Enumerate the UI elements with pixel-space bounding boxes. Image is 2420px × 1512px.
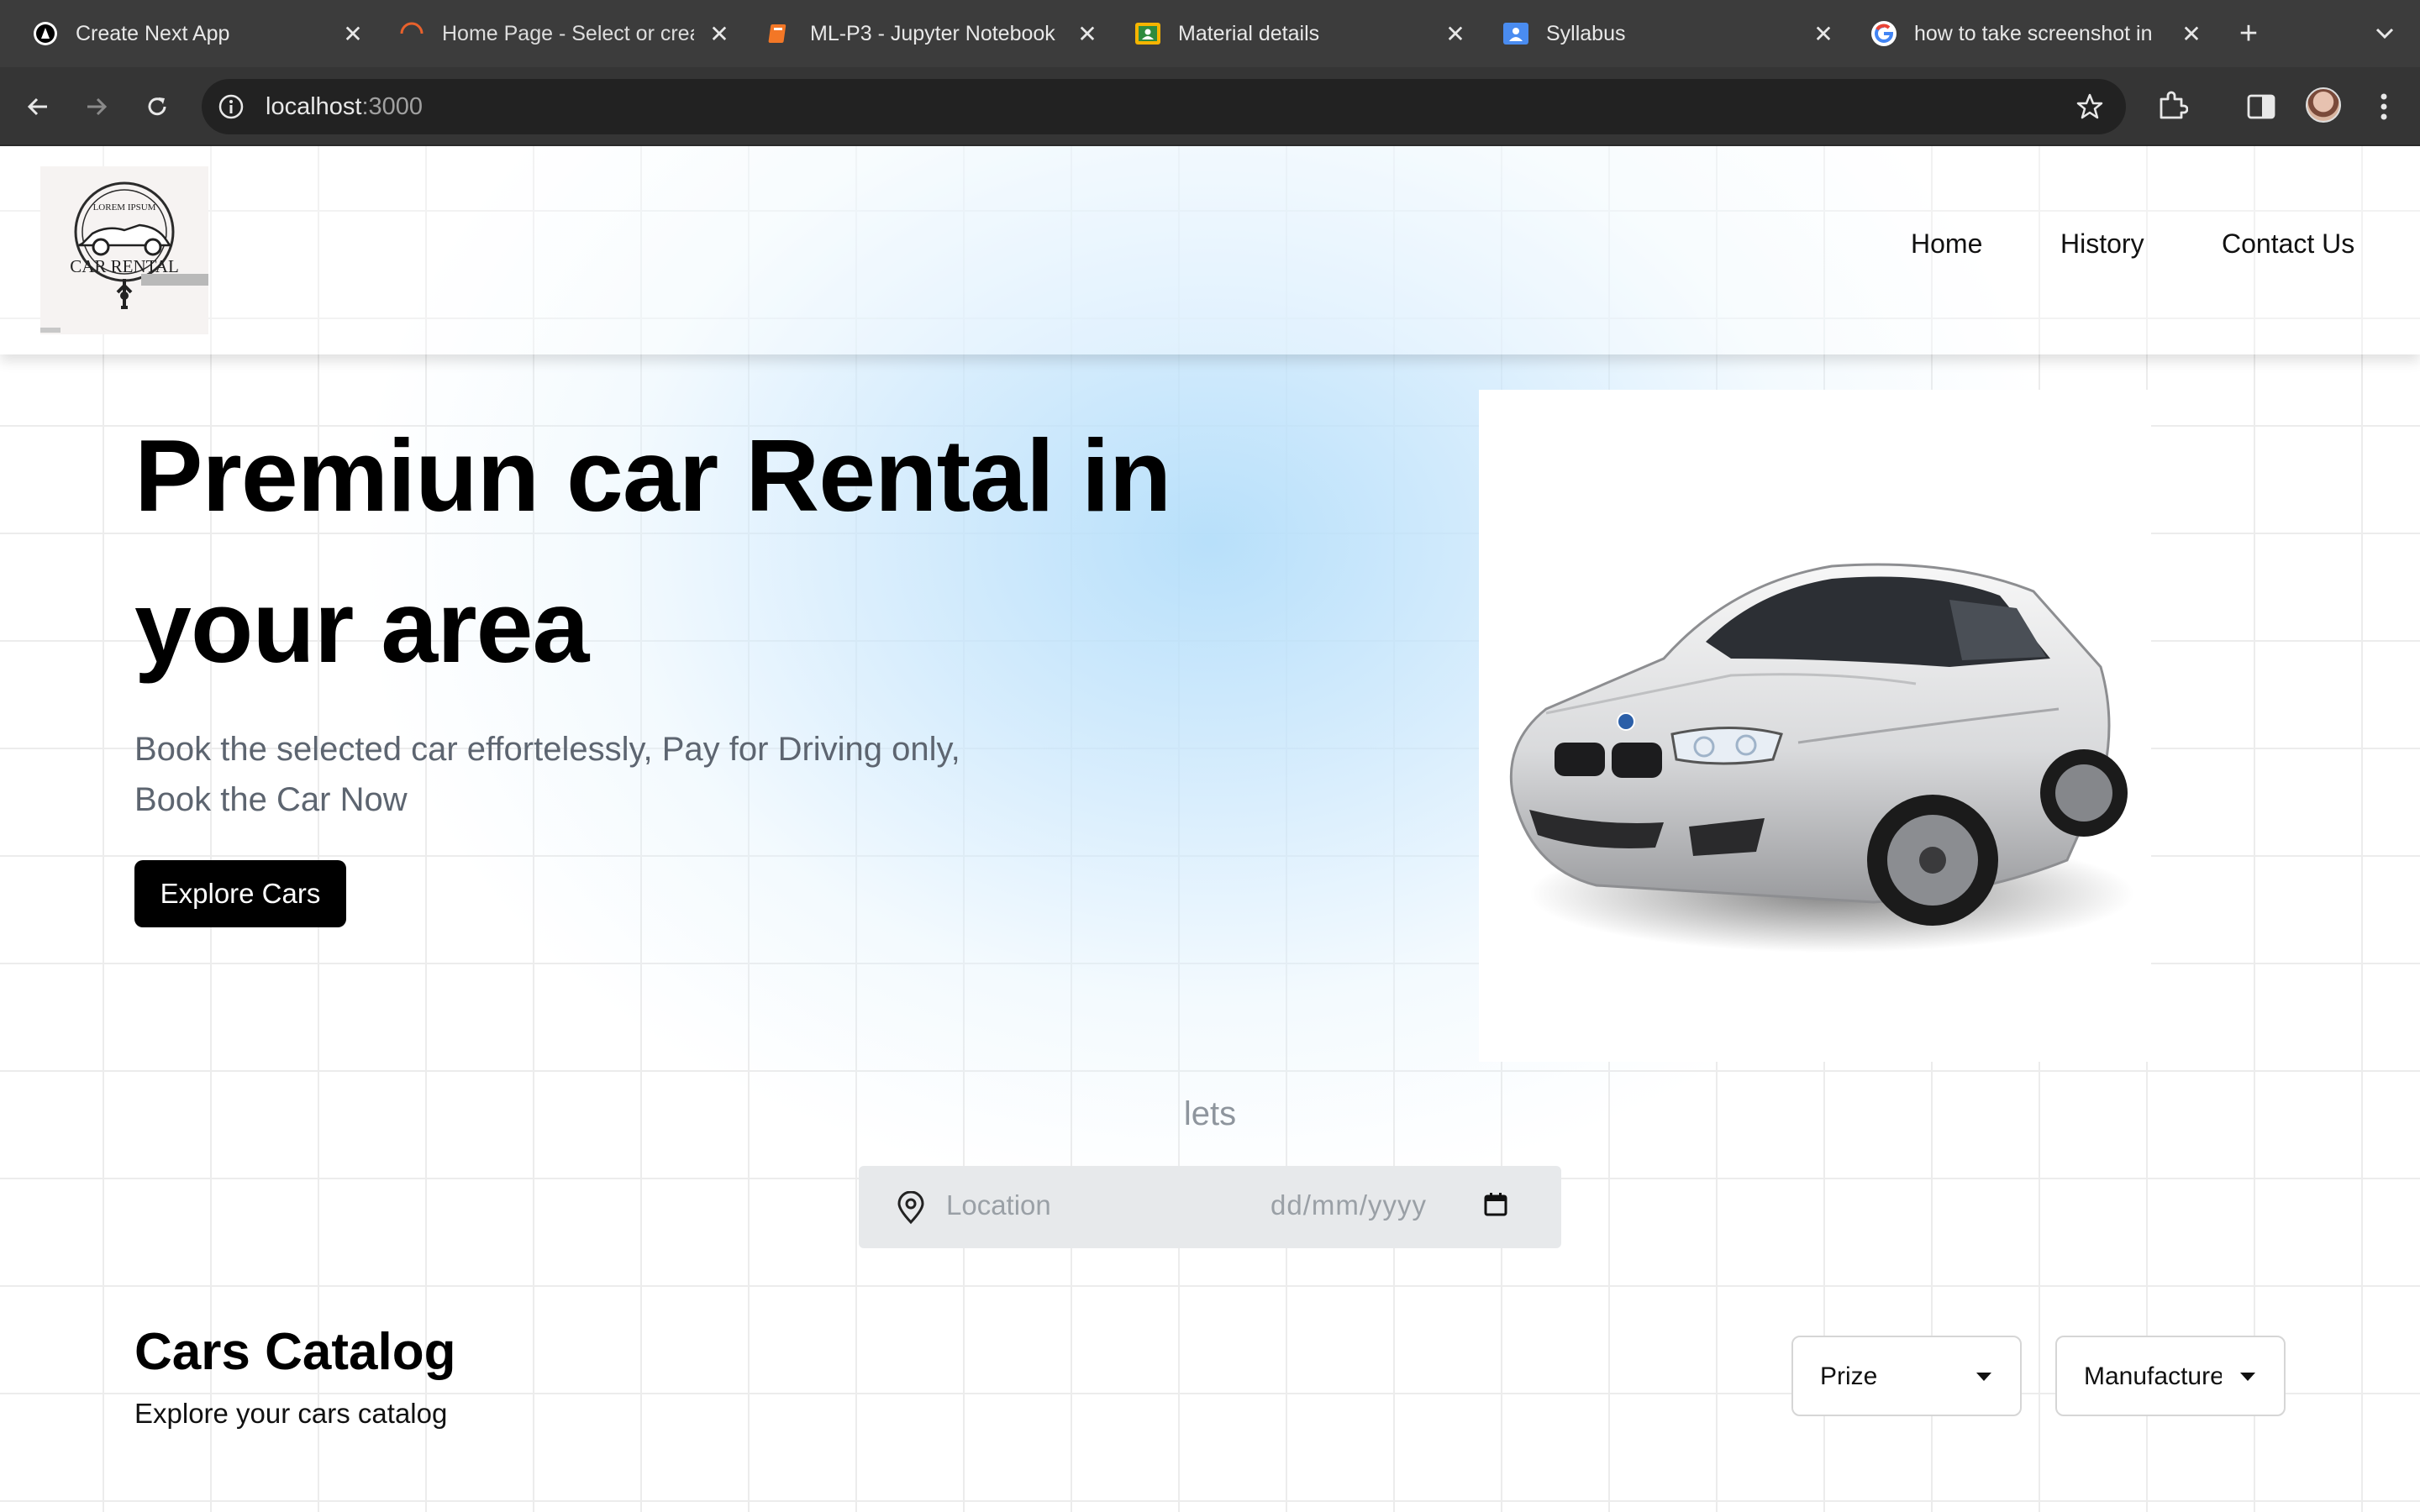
hero-title: Premiun car Rental in your area [134,400,1311,702]
extensions-button[interactable] [2153,87,2191,126]
catalog-subtitle: Explore your cars catalog [134,1398,448,1429]
hero-title-line: your area [134,570,589,684]
classroom-user-icon [1502,20,1529,47]
tab-title: Material details [1178,21,1320,45]
browser-tabstrip: Create Next App ✕ Home Page - Select or … [0,0,2420,67]
calendar-icon[interactable] [1482,1191,1509,1218]
search-heading: lets [1183,1095,1237,1132]
side-panel-button[interactable] [2242,87,2281,126]
close-icon[interactable]: ✕ [1807,12,1840,55]
nextjs-icon [32,20,59,47]
reload-button[interactable] [136,86,178,128]
tab-jupyter[interactable]: ML-P3 - Jupyter Notebook ✕ [766,12,1104,55]
loading-spinner-icon [398,20,425,47]
price-filter-select[interactable]: Prize [1791,1336,2022,1416]
catalog-title: Cars Catalog [134,1323,456,1381]
caret-down-icon [2240,1373,2255,1381]
location-input[interactable]: Location [946,1189,1051,1221]
location-pin-icon [894,1190,928,1225]
new-tab-button[interactable]: + [2228,15,2269,52]
close-icon[interactable]: ✕ [702,12,736,55]
tab-create-next-app[interactable]: Create Next App ✕ [32,12,370,55]
tab-title: how to take screenshot in [1914,21,2153,45]
more-vertical-icon [2381,93,2387,120]
jupyter-icon [766,20,793,47]
profile-avatar[interactable] [2306,87,2341,123]
puzzle-icon [2160,91,2188,119]
nav-history[interactable]: History [2060,228,2144,260]
forward-button[interactable] [76,86,118,128]
hero-subtitle-line: Book the Car Now [134,781,408,818]
tab-title: Create Next App [76,21,230,45]
logo-main-text: CAR RENTAL [70,256,179,276]
address-bar[interactable]: localhost:3000 [202,79,2126,134]
tab-material-details[interactable]: Material details ✕ [1134,12,1472,55]
manufacturer-filter-select[interactable]: Manufacturer [2055,1336,2286,1416]
url-text: localhost:3000 [266,93,423,121]
search-bar: Location dd/mm/yyyy [859,1166,1561,1248]
close-icon[interactable]: ✕ [336,12,370,55]
logo-top-text: LOREM IPSUM [93,202,156,213]
classroom-icon [1134,20,1161,47]
arrow-right-icon [87,97,108,116]
car-rental-logo[interactable]: LOREM IPSUM CAR RENTAL [40,166,208,334]
caret-down-icon [1976,1373,1991,1381]
tab-title: ML-P3 - Jupyter Notebook [810,21,1055,45]
back-button[interactable] [17,86,59,128]
tab-title: Syllabus [1546,21,1626,45]
select-value: Manufacturer [2084,1362,2222,1390]
date-input[interactable]: dd/mm/yyyy [1270,1189,1427,1221]
site-header: LOREM IPSUM CAR RENTAL Home History Cont… [0,146,2420,354]
tab-syllabus[interactable]: Syllabus ✕ [1502,12,1840,55]
reload-icon [148,97,166,116]
hero-car-image [1479,390,2151,1062]
tab-google-search[interactable]: how to take screenshot in ✕ [1870,12,2208,55]
url-host: localhost [266,92,362,120]
arrow-left-icon [27,97,47,116]
url-port: :3000 [361,92,424,120]
google-icon [1870,20,1897,47]
browser-menu-button[interactable] [2365,87,2403,126]
tab-home-page[interactable]: Home Page - Select or create ✕ [398,12,736,55]
close-icon[interactable]: ✕ [1439,12,1472,55]
nav-home[interactable]: Home [1911,228,1982,260]
hero-title-line: Premiun car Rental in [134,418,1171,533]
site-info-icon[interactable] [217,92,245,121]
web-page: LOREM IPSUM CAR RENTAL Home History Cont… [0,146,2420,1512]
hero-subtitle: Book the selected car effortelessly, Pay… [134,724,1109,825]
close-icon[interactable]: ✕ [1071,12,1104,55]
close-icon[interactable]: ✕ [2175,12,2208,55]
side-panel-icon [2247,94,2275,119]
chevron-down-icon [2375,28,2394,39]
select-value: Prize [1820,1362,1878,1390]
browser-toolbar: localhost:3000 [0,67,2420,146]
tab-title: Home Page - Select or create [442,21,694,45]
bookmark-star-icon[interactable] [2075,92,2104,121]
explore-cars-button[interactable]: Explore Cars [134,860,346,927]
hero-subtitle-line: Book the selected car effortelessly, Pay… [134,731,960,768]
nav-contact-us[interactable]: Contact Us [2222,228,2354,260]
tab-search-button[interactable] [2366,15,2403,52]
